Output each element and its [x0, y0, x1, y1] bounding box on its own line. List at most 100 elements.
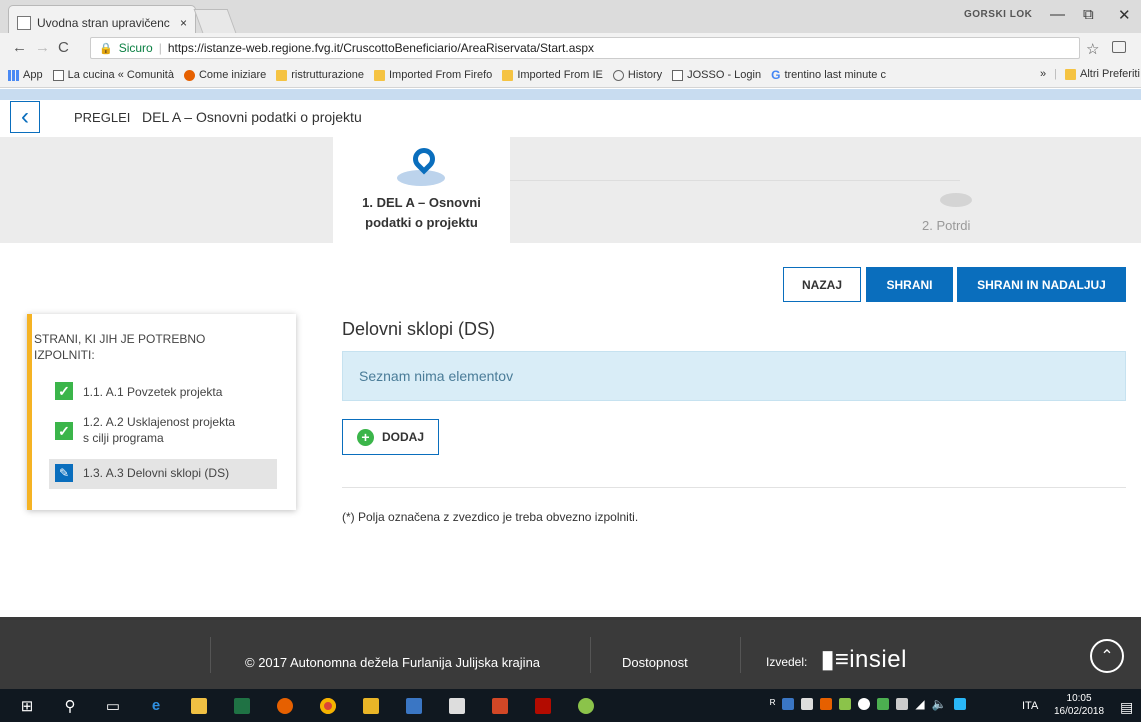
- bookmark-item[interactable]: Come iniziare: [183, 69, 266, 81]
- powerpoint-icon[interactable]: [485, 689, 515, 722]
- url-field[interactable]: 🔒 Sicuro | https://istanze-web.regione.f…: [90, 37, 1080, 59]
- url-separator: |: [158, 41, 162, 55]
- nav-buttons: ←→C: [12, 39, 77, 56]
- minimize-button[interactable]: —: [1050, 6, 1065, 23]
- save-and-continue-button[interactable]: SHRANI IN NADALJUJ: [957, 267, 1126, 302]
- mail-app-icon[interactable]: [442, 689, 472, 722]
- tray-app-icon[interactable]: [820, 698, 833, 710]
- firefox-icon: [183, 69, 195, 81]
- edge-icon[interactable]: e: [141, 689, 171, 722]
- sidebar-item-label: 1.1. A.1 Povzetek projekta: [83, 385, 223, 399]
- plus-circle-icon: +: [356, 428, 374, 446]
- section-title: Delovni sklopi (DS): [342, 319, 496, 339]
- sidebar-item-delovni-sklopi[interactable]: ✎ 1.3. A.3 Delovni sklopi (DS): [49, 459, 277, 489]
- paint-icon[interactable]: [571, 689, 601, 722]
- sidebar-item-povzetek[interactable]: ✓ 1.1. A.1 Povzetek projekta: [55, 381, 283, 400]
- bookmark-item[interactable]: ristrutturazione: [276, 69, 364, 81]
- scroll-to-top-button[interactable]: ⌃: [1090, 639, 1124, 673]
- google-icon: G: [771, 68, 781, 82]
- close-window-button[interactable]: ✕: [1118, 6, 1131, 24]
- forward-arrow-icon[interactable]: →: [35, 39, 58, 56]
- windows-start-icon[interactable]: ⊞: [12, 689, 42, 722]
- footer-divider: [210, 637, 211, 673]
- footer-accessibility-link[interactable]: Dostopnost: [622, 655, 688, 670]
- bookmark-label: History: [627, 69, 663, 81]
- profile-name[interactable]: GORSKI LOK: [964, 9, 1032, 20]
- language-indicator[interactable]: ITA: [1022, 700, 1038, 712]
- search-icon[interactable]: ⚲: [55, 689, 85, 722]
- bookmark-item[interactable]: Gtrentino last minute c: [771, 68, 886, 82]
- back-arrow-icon[interactable]: ←: [12, 39, 35, 56]
- url-text: https://istanze-web.regione.fvg.it/Crusc…: [167, 41, 595, 55]
- bookmarks-more-button[interactable]: »: [1040, 68, 1046, 80]
- step-1-label-line1: 1. DEL A – Osnovni: [362, 195, 481, 210]
- folder-icon: [502, 69, 514, 81]
- footer-copyright: © 2017 Autonomna dežela Furlanija Julijs…: [245, 655, 541, 670]
- cast-icon[interactable]: [1112, 41, 1126, 53]
- insiel-logo-mark-icon: ▮≡: [821, 646, 850, 673]
- bookmark-item[interactable]: Imported From Firefo: [374, 69, 492, 81]
- bookmark-label: La cucina « Comunità: [67, 69, 174, 81]
- battery-icon[interactable]: [896, 698, 909, 710]
- bookmark-item[interactable]: History: [612, 69, 663, 81]
- stepper-connector: [510, 180, 960, 181]
- firefox-icon[interactable]: [270, 689, 300, 722]
- folder-app-icon[interactable]: [356, 689, 386, 722]
- reload-icon[interactable]: C: [58, 39, 77, 56]
- sidebar-item-label-line1: 1.2. A.2 Usklajenost projekta: [83, 415, 236, 429]
- page-back-button[interactable]: ‹: [10, 101, 40, 133]
- chrome-icon[interactable]: [313, 689, 343, 722]
- required-fields-note: (*) Polja označena z zvezdico je treba o…: [342, 510, 639, 524]
- volume-icon[interactable]: 🔈: [932, 697, 947, 711]
- tray-app-icon[interactable]: [953, 698, 966, 710]
- system-tray: ᴿ ◢ 🔈: [770, 697, 966, 711]
- breadcrumb-overview[interactable]: PREGLEI: [74, 110, 130, 125]
- notification-center-icon[interactable]: ▤: [1120, 699, 1133, 716]
- bookmark-item[interactable]: Imported From IE: [502, 69, 603, 81]
- footer-divider: [740, 637, 741, 673]
- maximize-button[interactable]: ⧉: [1083, 6, 1094, 23]
- empty-list-message: Seznam nima elementov: [342, 351, 1126, 401]
- browser-tab[interactable]: Uvodna stran upravičenc ×: [8, 5, 196, 33]
- pdf-reader-icon[interactable]: [528, 689, 558, 722]
- other-bookmarks-folder[interactable]: Altri Preferiti: [1064, 68, 1140, 80]
- file-explorer-icon[interactable]: [184, 689, 214, 722]
- tab-close-icon[interactable]: ×: [180, 16, 187, 30]
- excel-icon[interactable]: [227, 689, 257, 722]
- secure-label: Sicuro: [118, 41, 153, 55]
- people-icon[interactable]: ᴿ: [770, 697, 775, 711]
- task-view-icon[interactable]: ▭: [98, 689, 128, 722]
- cloud-icon[interactable]: [858, 698, 871, 710]
- network-app-icon[interactable]: [399, 689, 429, 722]
- clock-date: 16/02/2018: [1054, 706, 1105, 717]
- tray-app-icon[interactable]: [801, 698, 814, 710]
- tray-app-icon[interactable]: [877, 698, 890, 710]
- page-icon: [52, 69, 64, 81]
- site-footer: [0, 617, 1141, 689]
- taskbar-clock[interactable]: 10:05 16/02/2018: [1054, 692, 1104, 718]
- checkmark-icon: ✓: [55, 382, 73, 400]
- bookmark-item[interactable]: App: [8, 69, 43, 81]
- checkmark-icon: ✓: [55, 422, 73, 440]
- bookmark-star-icon[interactable]: ☆: [1086, 40, 1099, 58]
- insiel-logo[interactable]: ▮≡insiel: [821, 645, 907, 674]
- required-pages-title-line1: STRANI, KI JIH JE POTREBNO: [34, 332, 206, 346]
- divider: [342, 487, 1126, 488]
- step-2-label[interactable]: 2. Potrdi: [922, 218, 970, 233]
- bookmark-item[interactable]: JOSSO - Login: [672, 69, 761, 81]
- page-top-strip: [0, 89, 1141, 100]
- wifi-icon[interactable]: ◢: [915, 697, 924, 711]
- required-pages-title-line2: IZPOLNITI:: [34, 348, 95, 362]
- back-button[interactable]: NAZAJ: [783, 267, 861, 302]
- step-2-marker: [940, 193, 972, 207]
- sidebar-item-label-line2: s cilji programa: [83, 431, 164, 445]
- folder-icon: [276, 69, 288, 81]
- tray-app-icon[interactable]: [839, 698, 852, 710]
- add-button[interactable]: + DODAJ: [342, 419, 439, 455]
- tray-app-icon[interactable]: [782, 698, 795, 710]
- page-icon: [672, 69, 684, 81]
- save-button[interactable]: SHRANI: [866, 267, 953, 302]
- bookmark-label: ristrutturazione: [291, 69, 364, 81]
- sidebar-item-usklajenost[interactable]: ✓ 1.2. A.2 Usklajenost projekta s cilji …: [55, 414, 283, 446]
- bookmark-item[interactable]: La cucina « Comunità: [52, 69, 174, 81]
